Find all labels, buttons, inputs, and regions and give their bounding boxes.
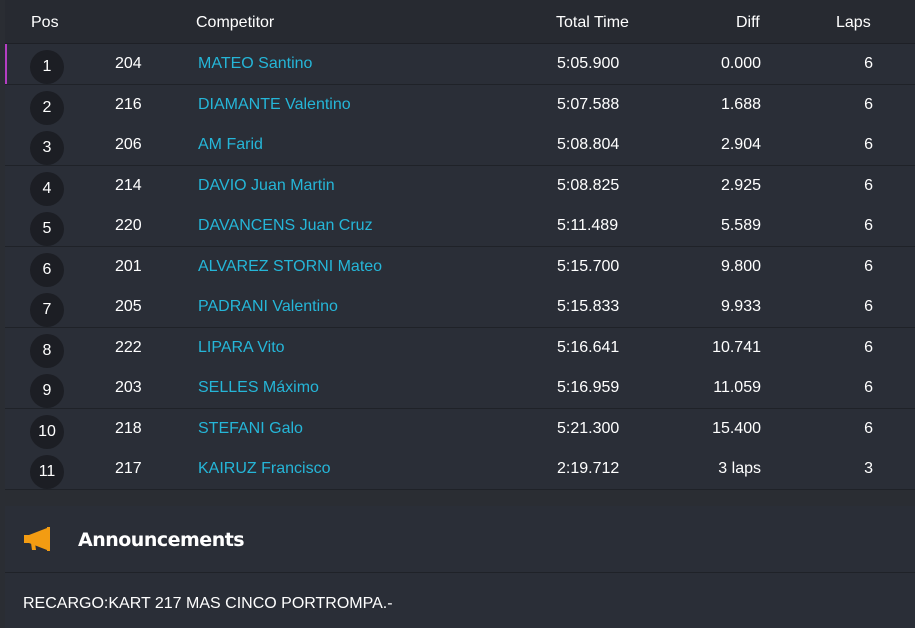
total-time: 5:16.641 [557,338,620,356]
kart-number: 222 [115,338,142,356]
position-badge: 8 [30,333,64,368]
kart-number: 216 [115,95,142,113]
header-total-time: Total Time [556,14,629,31]
kart-number: 217 [115,460,142,477]
total-time: 5:11.489 [557,217,619,234]
competitor-link[interactable]: DAVIO Juan Martin [198,177,335,195]
competitor-link[interactable]: AM Farid [198,136,263,154]
kart-number: 201 [115,257,142,275]
diff-value: 1.688 [720,95,761,113]
header-pos: Pos [31,14,59,31]
table-row: 8 222 LIPARA Vito 5:16.641 10.741 6 [5,327,915,369]
laps-value: 6 [864,136,873,153]
total-time: 5:15.833 [557,298,620,315]
laps-value: 6 [864,338,873,356]
table-row: 10 218 STEFANI Galo 5:21.300 15.400 6 [5,408,915,450]
position-badge: 7 [30,293,64,327]
diff-value: 5.589 [720,217,761,234]
competitor-link[interactable]: ALVAREZ STORNI Mateo [198,258,382,276]
announcement-text: RECARGO:KART 217 MAS CINCO PORTROMPA.- [23,595,393,612]
table-header: Pos Competitor Total Time Diff Laps [5,0,915,44]
position-badge: 6 [30,252,64,287]
total-time: 5:15.700 [557,257,620,275]
total-time: 5:07.588 [557,95,620,113]
competitor-link[interactable]: PADRANI Valentino [198,298,338,316]
kart-number: 220 [115,217,142,234]
competitor-link[interactable]: DIAMANTE Valentino [198,96,351,114]
position-badge: 9 [30,374,64,408]
table-row: 2 216 DIAMANTE Valentino 5:07.588 1.688 6 [5,84,915,126]
laps-value: 6 [864,298,873,315]
position-badge: 11 [30,455,64,489]
total-time: 5:08.804 [557,136,620,153]
header-diff: Diff [736,14,760,31]
diff-value: 10.741 [712,338,761,356]
kart-number: 206 [115,136,142,153]
table-row: 3 206 AM Farid 5:08.804 2.904 6 [5,125,915,166]
announcements-title: Announcements [78,529,245,551]
kart-number: 205 [115,298,142,315]
diff-value: 2.904 [720,136,761,153]
laps-value: 6 [864,217,873,234]
header-competitor: Competitor [196,14,275,31]
laps-value: 6 [864,419,873,437]
kart-number: 203 [115,379,142,396]
diff-value: 9.933 [720,298,761,315]
laps-value: 6 [864,257,873,275]
diff-value: 15.400 [712,419,761,437]
position-badge: 2 [30,90,64,125]
total-time: 5:16.959 [557,379,620,396]
position-badge: 10 [30,414,64,449]
competitor-link[interactable]: SELLES Máximo [198,379,319,397]
table-row: 1 204 MATEO Santino 5:05.900 0.000 6 [5,44,915,85]
table-row: 4 214 DAVIO Juan Martin 5:08.825 2.925 6 [5,165,915,207]
competitor-link[interactable]: LIPARA Vito [198,339,285,357]
laps-value: 6 [864,176,873,194]
competitor-link[interactable]: MATEO Santino [198,55,312,73]
kart-number: 218 [115,419,142,437]
competitor-link[interactable]: DAVANCENS Juan Cruz [198,217,373,235]
megaphone-icon [24,527,50,551]
diff-value: 0.000 [720,55,761,72]
total-time: 5:21.300 [557,419,620,437]
announcements-panel: Announcements RECARGO:KART 217 MAS CINCO… [5,506,915,628]
table-row: 6 201 ALVAREZ STORNI Mateo 5:15.700 9.800 6 [5,246,915,288]
position-badge: 5 [30,212,64,246]
header-laps: Laps [836,14,871,31]
position-badge: 4 [30,171,64,206]
competitor-link[interactable]: STEFANI Galo [198,420,303,438]
diff-value: 2.925 [720,176,761,194]
total-time: 2:19.712 [557,460,620,477]
table-row: 9 203 SELLES Máximo 5:16.959 11.059 6 [5,368,915,409]
diff-value: 9.800 [720,257,761,275]
laps-value: 6 [864,55,873,72]
announcements-header: Announcements [5,506,915,573]
kart-number: 214 [115,176,142,194]
results-table: Pos Competitor Total Time Diff Laps 1 204… [5,0,915,490]
kart-number: 204 [115,55,142,72]
laps-value: 6 [864,95,873,113]
table-row: 7 205 PADRANI Valentino 5:15.833 9.933 6 [5,287,915,328]
competitor-link[interactable]: KAIRUZ Francisco [198,460,330,478]
position-badge: 1 [30,50,64,84]
diff-value: 3 laps [718,460,761,477]
table-row: 5 220 DAVANCENS Juan Cruz 5:11.489 5.589 6 [5,206,915,247]
total-time: 5:05.900 [557,55,620,72]
position-badge: 3 [30,131,64,165]
total-time: 5:08.825 [557,176,620,194]
diff-value: 11.059 [713,379,761,396]
table-row: 11 217 KAIRUZ Francisco 2:19.712 3 laps 3 [5,449,915,490]
laps-value: 6 [864,379,873,396]
laps-value: 3 [864,460,873,477]
